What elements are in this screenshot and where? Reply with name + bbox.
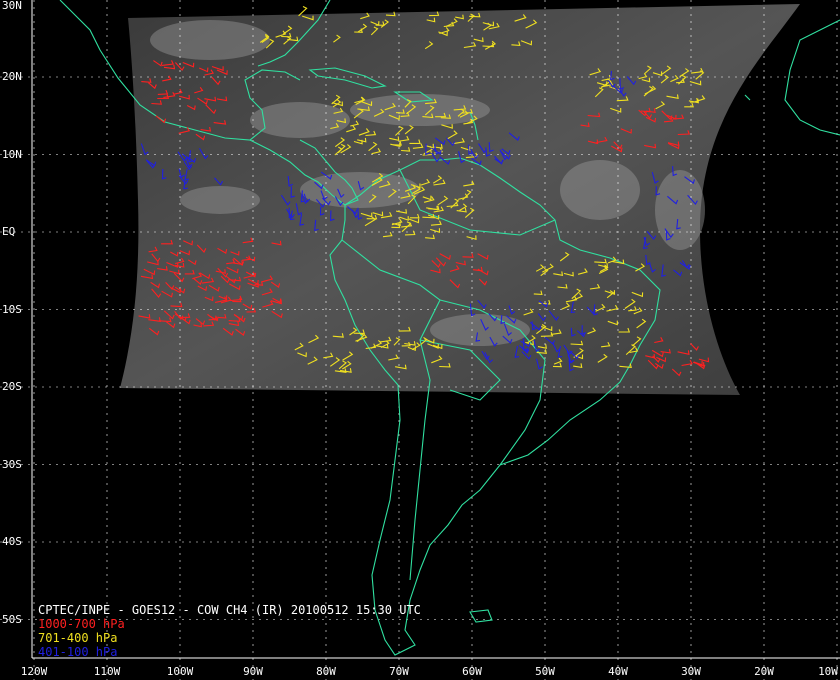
- coast-cape-verde: [744, 94, 751, 101]
- legend-low-level: 1000-700 hPa: [38, 617, 125, 631]
- cloud-patch: [180, 186, 260, 214]
- lat-label: 50S: [2, 612, 22, 626]
- lon-label: 90W: [243, 665, 263, 678]
- cloud-patch: [250, 102, 350, 138]
- legend-mid-level: 701-400 hPa: [38, 631, 118, 645]
- lon-label: 20W: [754, 665, 774, 678]
- cloud-patch: [300, 172, 420, 208]
- lon-label: 50W: [535, 665, 555, 678]
- cloud-patch: [430, 314, 530, 346]
- map-caption: CPTEC/INPE - GOES12 - COW CH4 (IR) 20100…: [38, 603, 421, 659]
- lat-label: 30N: [2, 0, 22, 12]
- lon-label: 60W: [462, 665, 482, 678]
- lat-label: EQ: [2, 225, 16, 238]
- coast-africa: [784, 19, 840, 136]
- cloud-patch: [150, 20, 270, 60]
- cloud-patch: [655, 170, 705, 250]
- lon-label: 100W: [166, 665, 194, 678]
- lon-label: 110W: [93, 665, 121, 678]
- map-canvas: [0, 0, 840, 680]
- coast-falklands: [469, 609, 493, 623]
- lat-label: 10N: [2, 147, 22, 161]
- cloud-patch: [560, 160, 640, 220]
- lat-label: 40S: [2, 535, 22, 548]
- cloud-patch: [350, 94, 490, 126]
- lat-label: 20N: [2, 70, 22, 83]
- lon-label: 40W: [608, 665, 628, 678]
- satellite-wind-map: 30N 20N 10N EQ 10S 20S 30S 40S 50S 120W 110W 100W 9…: [0, 0, 840, 680]
- legend-high-level: 401-100 hPa: [38, 645, 118, 659]
- lon-label: 10W: [818, 665, 838, 678]
- lat-label: 30S: [2, 457, 22, 471]
- lon-label: 120W: [20, 665, 48, 678]
- lat-label: 10S: [2, 302, 22, 316]
- lon-label: 30W: [681, 665, 701, 678]
- caption-title: CPTEC/INPE - GOES12 - COW CH4 (IR) 20100…: [38, 603, 421, 617]
- lat-label: 20S: [2, 380, 22, 393]
- lon-label: 70W: [389, 665, 409, 678]
- lon-label: 80W: [316, 665, 336, 678]
